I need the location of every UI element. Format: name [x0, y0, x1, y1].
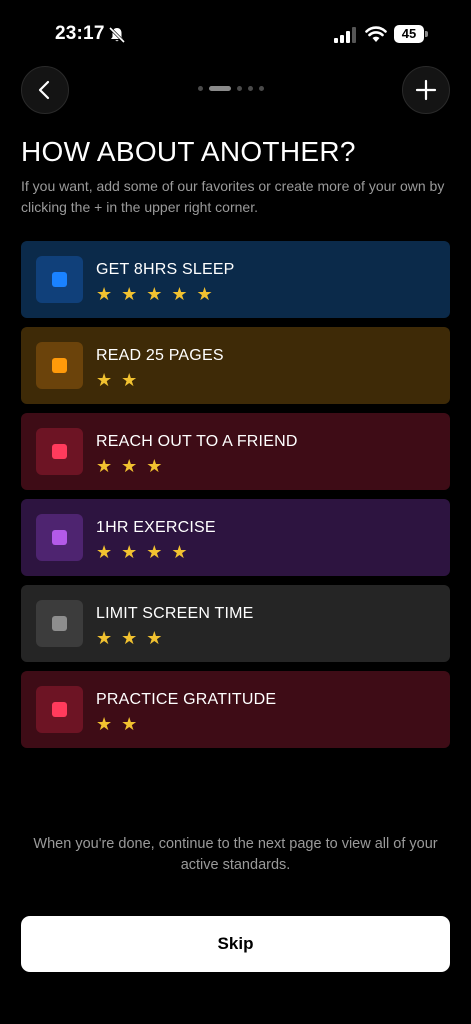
star-rating: ★ ★ ★ [96, 456, 165, 476]
page-dot [198, 86, 203, 91]
habit-label: REACH OUT TO A FRIEND [96, 433, 298, 450]
habit-card-sleep[interactable]: GET 8HRS SLEEP ★ ★ ★ ★ ★ [21, 241, 450, 318]
habit-color-badge [36, 428, 83, 475]
skip-button[interactable]: Skip [21, 916, 450, 972]
star-rating: ★ ★ [96, 714, 140, 734]
habit-card-gratitude[interactable]: PRACTICE GRATITUDE ★ ★ [21, 671, 450, 748]
habit-color-swatch [52, 530, 67, 545]
habit-color-swatch [52, 444, 67, 459]
habit-label: PRACTICE GRATITUDE [96, 691, 277, 708]
habit-card-reading[interactable]: READ 25 PAGES ★ ★ [21, 327, 450, 404]
cellular-signal-icon [334, 27, 356, 43]
page-dot [237, 86, 242, 91]
battery-level: 45 [394, 25, 424, 43]
back-button[interactable] [21, 66, 69, 114]
habit-color-badge [36, 342, 83, 389]
page-dot-active [209, 86, 231, 91]
star-rating: ★ ★ ★ ★ ★ [96, 284, 215, 304]
habit-label: 1HR EXERCISE [96, 519, 216, 536]
status-bar: 23:17 45 [0, 0, 471, 62]
bell-muted-icon [108, 26, 126, 44]
habit-color-badge [36, 600, 83, 647]
footer-note: When you're done, continue to the next p… [33, 836, 438, 873]
habit-card-friend[interactable]: REACH OUT TO A FRIEND ★ ★ ★ [21, 413, 450, 490]
page-subtitle: If you want, add some of our favorites o… [21, 178, 445, 215]
habit-color-badge [36, 686, 83, 733]
add-button[interactable] [402, 66, 450, 114]
habit-card-screen-time[interactable]: LIMIT SCREEN TIME ★ ★ ★ [21, 585, 450, 662]
habit-color-badge [36, 256, 83, 303]
habit-color-swatch [52, 616, 67, 631]
page-indicator [198, 86, 264, 91]
habit-label: GET 8HRS SLEEP [96, 261, 235, 278]
page-dot [259, 86, 264, 91]
habit-color-swatch [52, 272, 67, 287]
battery-icon: 45 [394, 25, 428, 43]
star-rating: ★ ★ [96, 370, 140, 390]
habit-label: READ 25 PAGES [96, 347, 224, 364]
habit-color-swatch [52, 358, 67, 373]
status-time: 23:17 [55, 23, 105, 44]
wifi-icon [365, 26, 387, 42]
habit-color-badge [36, 514, 83, 561]
battery-tip [425, 31, 428, 37]
star-rating: ★ ★ ★ ★ [96, 542, 190, 562]
chevron-left-icon [38, 80, 50, 100]
habit-color-swatch [52, 702, 67, 717]
suggestion-list: GET 8HRS SLEEP ★ ★ ★ ★ ★ READ 25 PAGES ★… [21, 241, 450, 757]
habit-card-exercise[interactable]: 1HR EXERCISE ★ ★ ★ ★ [21, 499, 450, 576]
page-dot [248, 86, 253, 91]
star-rating: ★ ★ ★ [96, 628, 165, 648]
plus-icon [415, 79, 437, 101]
habit-label: LIMIT SCREEN TIME [96, 605, 254, 622]
page-title: HOW ABOUT ANOTHER? [21, 136, 356, 167]
